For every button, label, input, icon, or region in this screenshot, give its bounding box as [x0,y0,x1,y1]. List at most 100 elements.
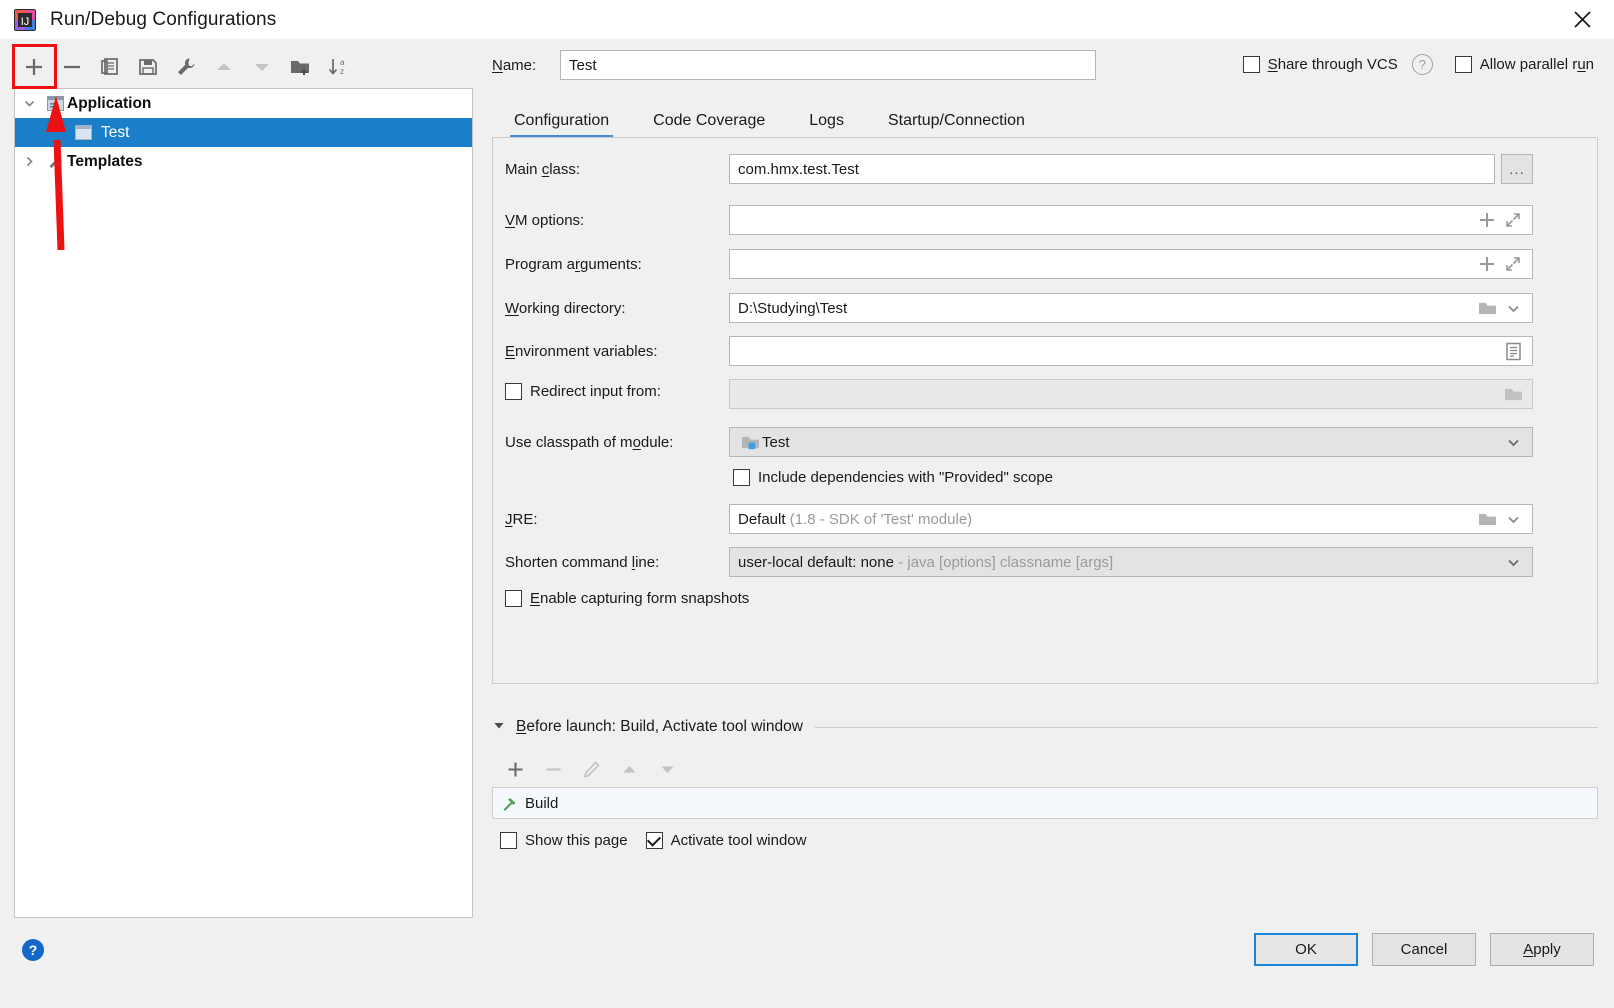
chevron-down-icon[interactable] [1500,429,1526,455]
name-input[interactable] [560,50,1096,80]
add-configuration-button[interactable] [15,50,53,84]
jre-value: Default [738,510,786,528]
top-options: Share through VCS ? Allow parallel run [1242,54,1594,75]
plus-icon[interactable] [1474,207,1500,233]
triangle-down-icon[interactable] [492,718,506,736]
before-launch-task-list[interactable]: Build [492,787,1598,819]
form-snapshots-label: Enable capturing form snapshots [530,590,750,607]
list-icon[interactable] [1500,338,1526,364]
main-class-label: Main class: [505,160,581,178]
cancel-button[interactable]: Cancel [1372,933,1476,966]
classpath-module-value: Test [762,433,790,451]
tab-code-coverage[interactable]: Code Coverage [631,105,787,137]
form-snapshots-row: Enable capturing form snapshots [505,590,749,607]
run-debug-configurations-dialog: IJ Run/Debug Configurations a z Applicat… [0,0,1614,1008]
name-row: Name: [492,50,1096,80]
folder-icon[interactable] [1474,295,1500,321]
chevron-down-icon[interactable] [1500,549,1526,575]
before-launch-options: Show this page Activate tool window [500,832,806,849]
configuration-tabs: Configuration Code Coverage Logs Startup… [492,102,1047,138]
shorten-command-line-combo[interactable]: user-local default: none - java [options… [729,547,1533,577]
wrench-icon [43,154,67,170]
folder-icon[interactable] [1474,506,1500,532]
shorten-command-line-hint: - java [options] classname [args] [898,553,1114,571]
share-through-vcs-checkbox[interactable] [1242,56,1260,73]
apply-button[interactable]: Apply [1490,933,1594,966]
module-icon [738,429,762,455]
main-class-browse-button[interactable]: ... [1501,154,1533,184]
main-class-field[interactable]: com.hmx.test.Test [729,154,1495,184]
application-icon [43,96,67,111]
configurations-tree[interactable]: Application Test Templates [14,88,473,918]
activate-tool-window-label: Activate tool window [670,832,807,849]
tree-node-templates[interactable]: Templates [15,147,472,176]
redirect-input-field[interactable] [729,379,1533,409]
tab-startup-connection[interactable]: Startup/Connection [866,105,1047,137]
chevron-right-icon[interactable] [15,155,43,168]
allow-parallel-run-checkbox[interactable] [1454,56,1472,73]
main-class-value: com.hmx.test.Test [738,160,859,178]
move-up-button[interactable] [205,50,243,84]
expand-icon[interactable] [1500,207,1526,233]
shorten-command-line-value: user-local default: none [738,553,894,571]
save-configuration-button[interactable] [129,50,167,84]
include-provided-label: Include dependencies with "Provided" sco… [758,469,1054,486]
edit-task-button[interactable] [572,755,610,783]
show-this-page-label: Show this page [525,832,628,849]
activate-tool-window-checkbox[interactable] [645,832,663,849]
redirect-input-label: Redirect input from: [530,383,661,400]
task-move-down-button[interactable] [648,755,686,783]
add-task-button[interactable] [496,755,534,783]
tab-configuration[interactable]: Configuration [492,105,631,138]
create-folder-button[interactable] [281,50,319,84]
copy-configuration-button[interactable] [91,50,129,84]
vm-options-label: VM options: [505,211,585,229]
edit-templates-button[interactable] [167,50,205,84]
redirect-input-checkbox[interactable] [505,383,522,400]
program-arguments-label: Program arguments: [505,255,642,273]
move-down-button[interactable] [243,50,281,84]
tree-node-test[interactable]: Test [15,118,472,147]
show-this-page-checkbox[interactable] [500,832,517,849]
help-icon[interactable]: ? [22,939,44,961]
folder-icon[interactable] [1500,381,1526,407]
svg-text:z: z [340,67,344,76]
remove-task-button[interactable] [534,755,572,783]
classpath-module-label: Use classpath of module: [505,433,674,451]
shorten-command-line-label: Shorten command line: [505,553,660,571]
tree-node-label: Application [67,94,152,112]
ok-button[interactable]: OK [1254,933,1358,966]
share-vcs-help-icon[interactable]: ? [1411,54,1433,75]
form-snapshots-checkbox[interactable] [505,590,522,607]
chevron-down-icon[interactable] [15,97,43,110]
jre-field[interactable]: Default (1.8 - SDK of 'Test' module) [729,504,1533,534]
dialog-title-bar: IJ Run/Debug Configurations [0,0,1614,39]
task-move-up-button[interactable] [610,755,648,783]
vm-options-field[interactable] [729,205,1533,235]
tree-node-label: Templates [67,152,143,170]
chevron-down-icon[interactable] [1500,506,1526,532]
working-directory-label: Working directory: [505,299,626,317]
tab-logs[interactable]: Logs [787,105,866,137]
chevron-down-icon[interactable] [1500,295,1526,321]
plus-icon[interactable] [1474,251,1500,277]
expand-icon[interactable] [1500,251,1526,277]
configuration-panel: Main class: com.hmx.test.Test ... VM opt… [492,137,1598,684]
program-arguments-field[interactable] [729,249,1533,279]
tree-node-application[interactable]: Application [15,89,472,118]
classpath-module-combo[interactable]: Test [729,427,1533,457]
svg-text:IJ: IJ [21,16,30,28]
environment-variables-field[interactable] [729,336,1533,366]
dialog-buttons: OK Cancel Apply [1254,933,1594,966]
hammer-icon [501,794,519,812]
include-provided-checkbox[interactable] [733,469,750,486]
include-provided-row: Include dependencies with "Provided" sco… [733,469,1053,486]
jre-value-hint: (1.8 - SDK of 'Test' module) [789,510,973,528]
working-directory-value: D:\Studying\Test [738,299,848,317]
tree-node-label: Test [101,123,130,141]
close-icon[interactable] [1550,0,1614,39]
remove-configuration-button[interactable] [53,50,91,84]
working-directory-field[interactable]: D:\Studying\Test [729,293,1533,323]
before-launch-title[interactable]: Before launch: Build, Activate tool wind… [516,718,803,736]
sort-configurations-button[interactable]: a z [319,50,357,84]
